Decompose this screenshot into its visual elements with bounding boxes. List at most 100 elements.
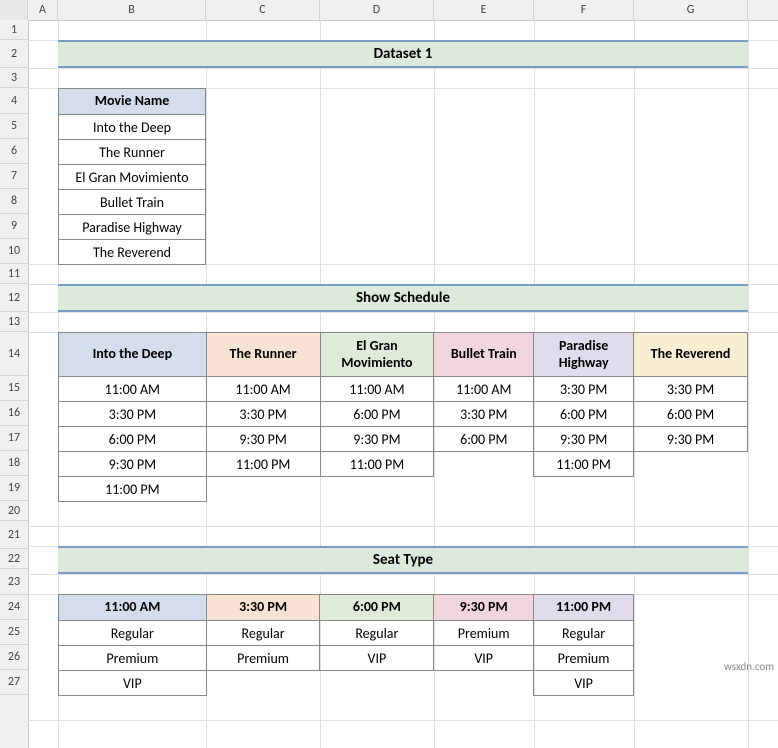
schedule-cell[interactable]: 9:30 PM xyxy=(206,427,320,452)
seat-cell-empty[interactable] xyxy=(434,671,534,696)
seat-cell[interactable]: Premium xyxy=(534,646,634,671)
schedule-table: Into the Deep The Runner El Gran Movimie… xyxy=(58,332,748,502)
row-header-8[interactable]: 8 xyxy=(0,189,28,214)
seat-header: 11:00 AM xyxy=(59,595,207,621)
movie-cell[interactable]: Into the Deep xyxy=(59,115,206,140)
schedule-cell[interactable]: 3:30 PM xyxy=(206,402,320,427)
col-header-F[interactable]: F xyxy=(534,0,634,20)
row-header-16[interactable]: 16 xyxy=(0,401,28,426)
schedule-cell-empty[interactable] xyxy=(320,477,434,502)
row-header-11[interactable]: 11 xyxy=(0,264,28,284)
schedule-cell-empty[interactable] xyxy=(634,477,748,502)
seat-cell[interactable]: Premium xyxy=(206,646,320,671)
seat-header: 3:30 PM xyxy=(206,595,320,621)
col-header-B[interactable]: B xyxy=(58,0,206,20)
schedule-cell[interactable]: 11:00 AM xyxy=(434,377,534,402)
row-header-12[interactable]: 12 xyxy=(0,284,28,312)
movie-name-table: Movie Name Into the Deep The Runner El G… xyxy=(58,88,206,265)
schedule-cell-empty[interactable] xyxy=(206,477,320,502)
row-header-26[interactable]: 26 xyxy=(0,645,28,670)
schedule-cell[interactable]: 11:00 PM xyxy=(534,452,634,477)
row-header-21[interactable]: 21 xyxy=(0,521,28,549)
schedule-header: El Gran Movimiento xyxy=(320,333,434,377)
schedule-cell[interactable]: 11:00 AM xyxy=(320,377,434,402)
schedule-cell[interactable]: 3:30 PM xyxy=(634,377,748,402)
schedule-cell[interactable]: 3:30 PM xyxy=(534,377,634,402)
seat-cell[interactable]: VIP xyxy=(534,671,634,696)
row-header-3[interactable]: 3 xyxy=(0,68,28,88)
seat-cell[interactable]: VIP xyxy=(59,671,207,696)
row-header-9[interactable]: 9 xyxy=(0,214,28,239)
spreadsheet-body[interactable]: Dataset 1 Movie Name Into the Deep The R… xyxy=(28,20,778,748)
seat-header: 11:00 PM xyxy=(534,595,634,621)
section-title-seat-type: Seat Type xyxy=(58,546,748,574)
seat-cell[interactable]: VIP xyxy=(434,646,534,671)
movie-cell[interactable]: The Runner xyxy=(59,140,206,165)
row-header-7[interactable]: 7 xyxy=(0,164,28,189)
col-header-E[interactable]: E xyxy=(434,0,534,20)
seat-cell[interactable]: Regular xyxy=(320,621,434,646)
seat-cell[interactable]: Regular xyxy=(59,621,207,646)
movie-cell[interactable]: Paradise Highway xyxy=(59,215,206,240)
schedule-cell[interactable]: 11:00 AM xyxy=(59,377,207,402)
row-header-19[interactable]: 19 xyxy=(0,476,28,501)
row-header-23[interactable]: 23 xyxy=(0,569,28,595)
seat-cell[interactable]: VIP xyxy=(320,646,434,671)
row-header-20[interactable]: 20 xyxy=(0,501,28,521)
movie-cell[interactable]: El Gran Movimiento xyxy=(59,165,206,190)
col-header-A[interactable]: A xyxy=(28,0,58,20)
col-header-G[interactable]: G xyxy=(634,0,748,20)
seat-cell-empty[interactable] xyxy=(206,671,320,696)
schedule-cell[interactable]: 11:00 PM xyxy=(320,452,434,477)
schedule-cell-empty[interactable] xyxy=(534,477,634,502)
row-header-18[interactable]: 18 xyxy=(0,451,28,476)
schedule-cell[interactable]: 6:00 PM xyxy=(534,402,634,427)
schedule-cell-empty[interactable] xyxy=(634,452,748,477)
row-header-1[interactable]: 1 xyxy=(0,20,28,40)
movie-cell[interactable]: Bullet Train xyxy=(59,190,206,215)
row-header-25[interactable]: 25 xyxy=(0,620,28,645)
schedule-cell[interactable]: 9:30 PM xyxy=(534,427,634,452)
row-header-15[interactable]: 15 xyxy=(0,376,28,401)
row-header-27[interactable]: 27 xyxy=(0,670,28,695)
schedule-header: Bullet Train xyxy=(434,333,534,377)
schedule-cell[interactable]: 9:30 PM xyxy=(59,452,207,477)
schedule-cell[interactable]: 6:00 PM xyxy=(434,427,534,452)
seat-cell[interactable]: Premium xyxy=(434,621,534,646)
schedule-cell[interactable]: 11:00 PM xyxy=(206,452,320,477)
schedule-cell[interactable]: 11:00 PM xyxy=(59,477,207,502)
row-header-5[interactable]: 5 xyxy=(0,114,28,139)
row-header-24[interactable]: 24 xyxy=(0,595,28,620)
schedule-cell-empty[interactable] xyxy=(434,452,534,477)
schedule-cell[interactable]: 6:00 PM xyxy=(634,402,748,427)
watermark: wsxdn.com xyxy=(724,660,774,673)
row-header-4[interactable]: 4 xyxy=(0,88,28,114)
seat-cell[interactable]: Regular xyxy=(534,621,634,646)
movie-cell[interactable]: The Reverend xyxy=(59,240,206,265)
row-header-6[interactable]: 6 xyxy=(0,139,28,164)
schedule-header: The Runner xyxy=(206,333,320,377)
schedule-cell[interactable]: 9:30 PM xyxy=(320,427,434,452)
select-all-corner[interactable] xyxy=(0,0,28,20)
row-header-2[interactable]: 2 xyxy=(0,40,28,68)
schedule-cell[interactable]: 3:30 PM xyxy=(434,402,534,427)
row-header-14[interactable]: 14 xyxy=(0,332,28,376)
schedule-cell[interactable]: 6:00 PM xyxy=(320,402,434,427)
col-header-D[interactable]: D xyxy=(320,0,434,20)
schedule-cell[interactable]: 6:00 PM xyxy=(59,427,207,452)
row-header-22[interactable]: 22 xyxy=(0,549,28,569)
seat-cell[interactable]: Regular xyxy=(206,621,320,646)
row-header-10[interactable]: 10 xyxy=(0,239,28,264)
seat-cell-empty[interactable] xyxy=(320,671,434,696)
seat-cell[interactable]: Premium xyxy=(59,646,207,671)
schedule-cell[interactable]: 3:30 PM xyxy=(59,402,207,427)
row-header-13[interactable]: 13 xyxy=(0,312,28,332)
schedule-header: Paradise Highway xyxy=(534,333,634,377)
schedule-cell[interactable]: 9:30 PM xyxy=(634,427,748,452)
col-header-C[interactable]: C xyxy=(206,0,320,20)
seat-header: 9:30 PM xyxy=(434,595,534,621)
row-header-17[interactable]: 17 xyxy=(0,426,28,451)
schedule-header: The Reverend xyxy=(634,333,748,377)
schedule-cell[interactable]: 11:00 AM xyxy=(206,377,320,402)
schedule-cell-empty[interactable] xyxy=(434,477,534,502)
